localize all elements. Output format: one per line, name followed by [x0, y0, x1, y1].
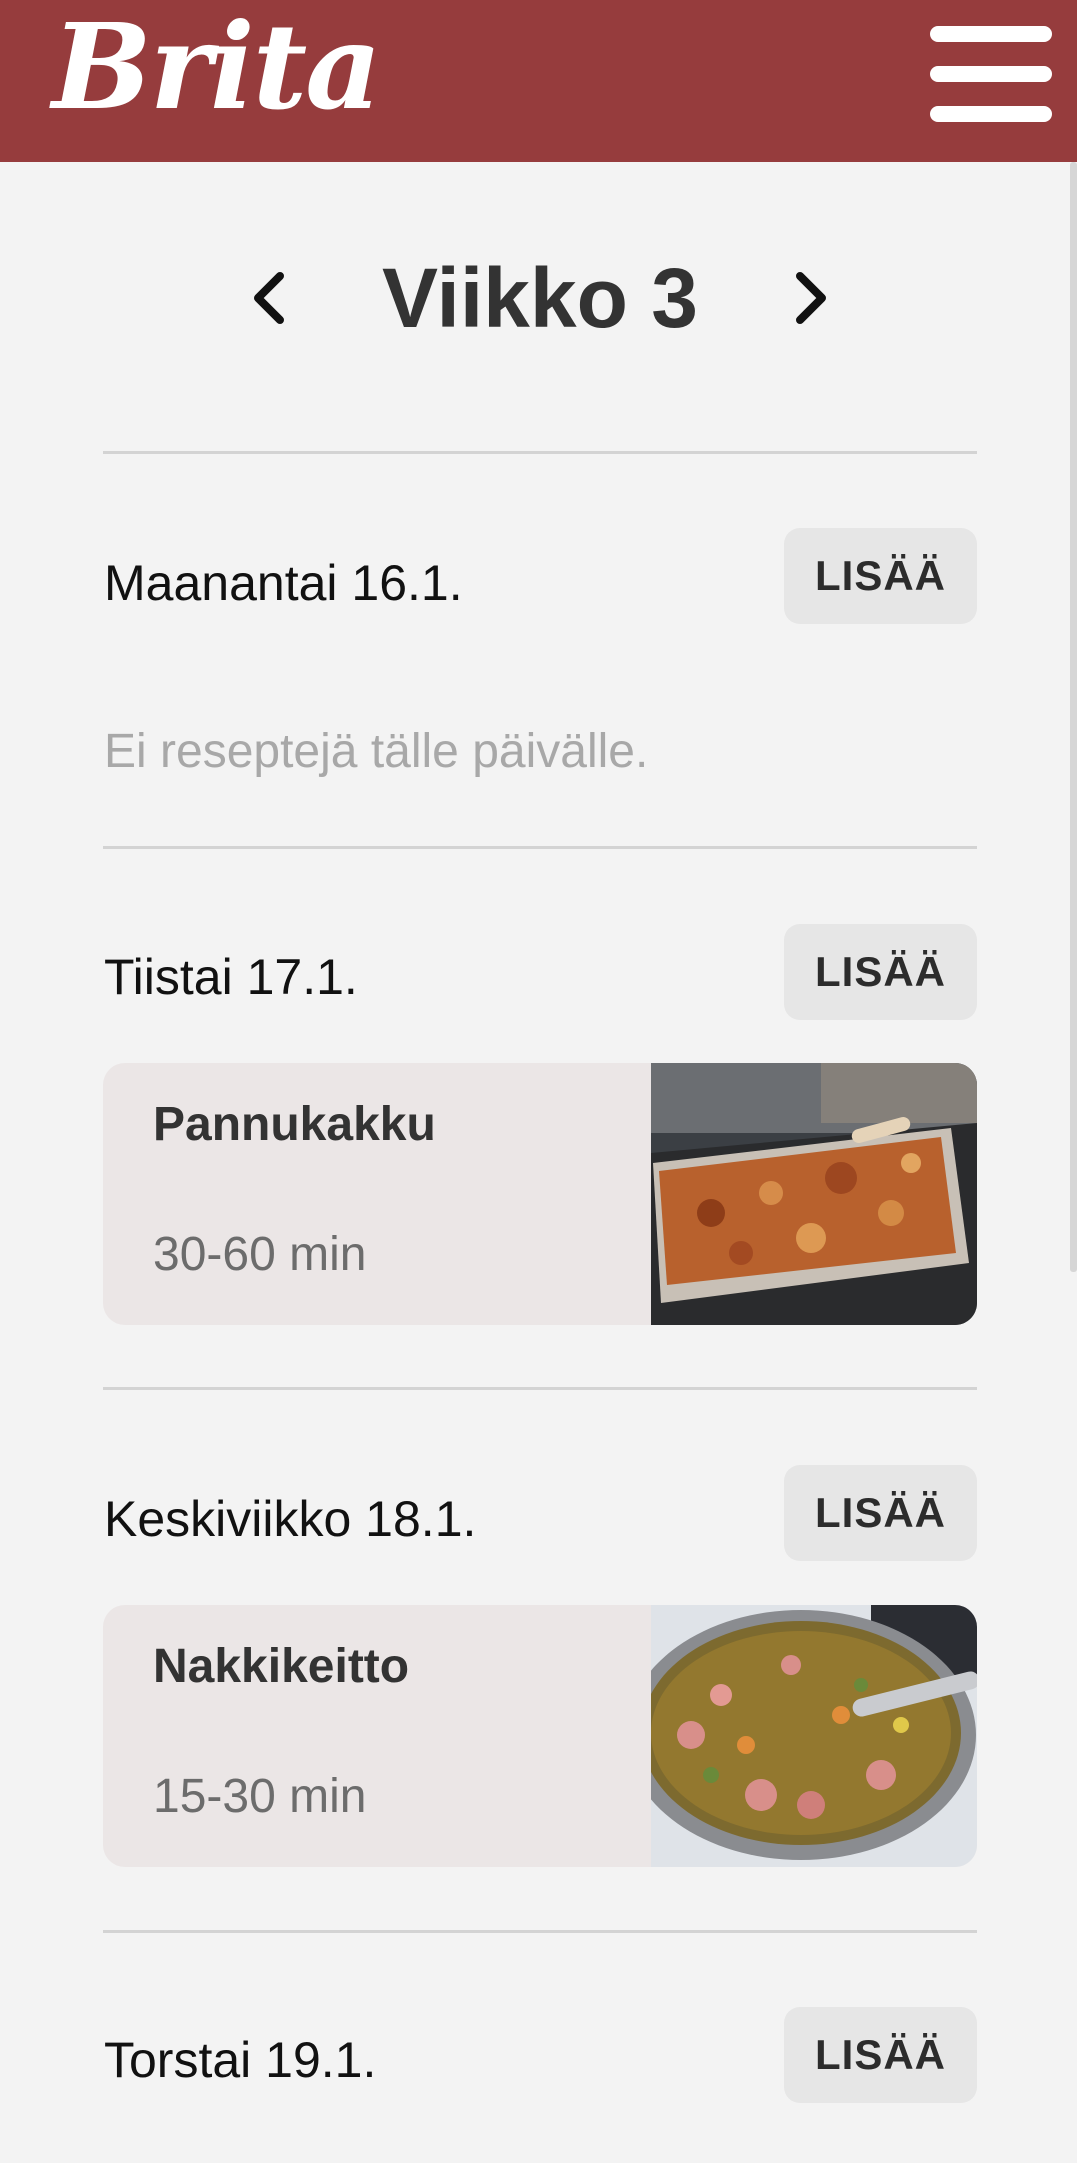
add-button-monday[interactable]: LISÄÄ [784, 528, 977, 624]
day-title-wednesday: Keskiviikko 18.1. [104, 1491, 477, 1547]
divider [103, 846, 977, 849]
brita-logo[interactable]: Brita [52, 8, 382, 126]
recipe-photo-pannukakku [651, 1063, 977, 1325]
divider [103, 1387, 977, 1390]
day-title-thursday: Torstai 19.1. [104, 2032, 377, 2088]
recipe-card-pannukakku[interactable]: Pannukakku 30-60 min [103, 1063, 977, 1325]
add-button-tuesday[interactable]: LISÄÄ [784, 924, 977, 1020]
day-title-monday: Maanantai 16.1. [104, 555, 463, 611]
recipe-card-nakkikeitto[interactable]: Nakkikeitto 15-30 min [103, 1605, 977, 1867]
empty-day-note: Ei reseptejä tälle päivälle. [104, 725, 649, 778]
recipe-time: 15-30 min [153, 1770, 367, 1823]
chevron-right-icon[interactable] [778, 268, 838, 328]
hamburger-menu-icon[interactable] [926, 22, 1056, 126]
recipe-photo-nakkikeitto [651, 1605, 977, 1867]
chevron-left-icon[interactable] [242, 268, 302, 328]
week-navigation: Viikko 3 [0, 240, 1077, 360]
add-button-wednesday[interactable]: LISÄÄ [784, 1465, 977, 1561]
week-title: Viikko 3 [382, 251, 698, 345]
divider [103, 1930, 977, 1933]
recipe-time: 30-60 min [153, 1228, 367, 1281]
recipe-name: Pannukakku [153, 1098, 436, 1151]
recipe-name: Nakkikeitto [153, 1640, 410, 1693]
day-title-tuesday: Tiistai 17.1. [104, 949, 358, 1005]
app-header: Brita [0, 0, 1077, 162]
divider [103, 451, 977, 454]
add-button-thursday[interactable]: LISÄÄ [784, 2007, 977, 2103]
